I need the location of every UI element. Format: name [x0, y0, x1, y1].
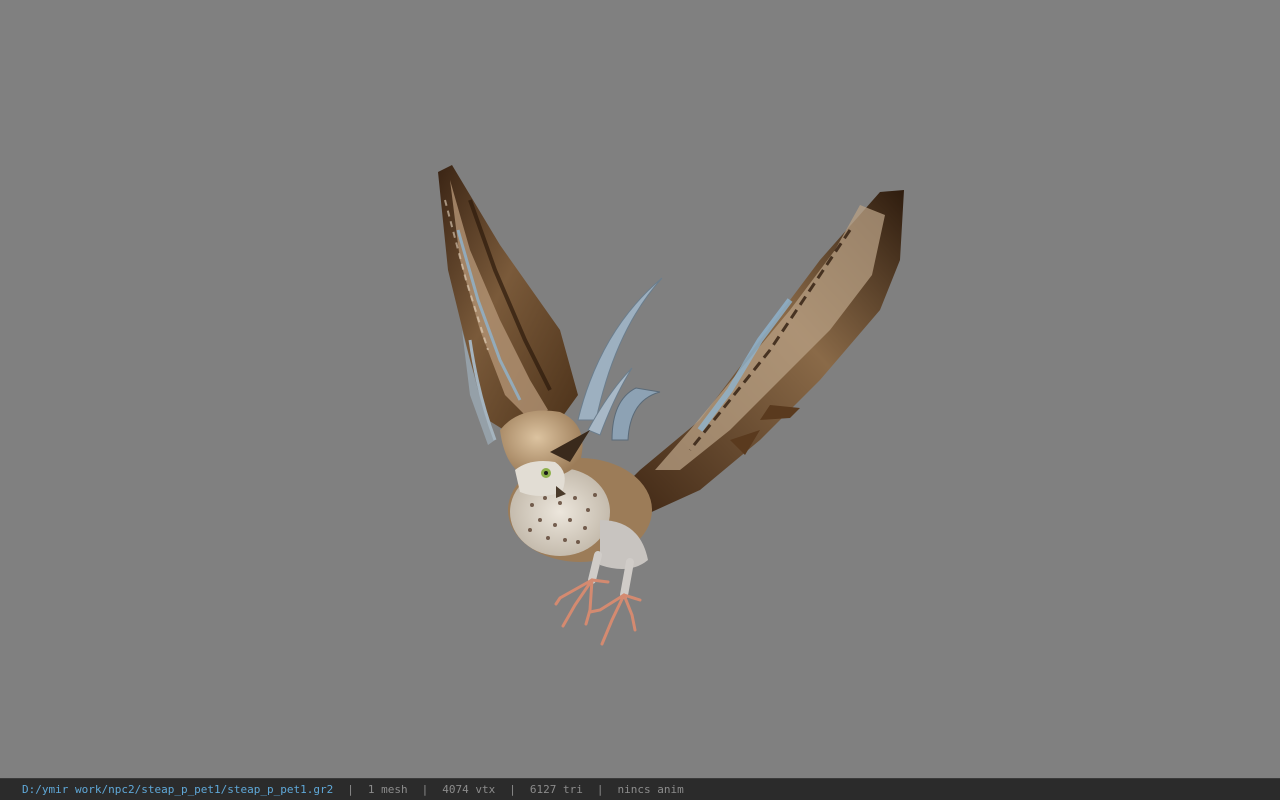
vertex-count: 4074 vtx: [442, 783, 496, 796]
triangle-count: 6127 tri: [529, 783, 583, 796]
file-path: D:/ymir work/npc2/steap_p_pet1/steap_p_p…: [22, 783, 334, 796]
separator: |: [347, 783, 354, 796]
owl-model-render: [438, 165, 904, 646]
right-wing: [610, 190, 904, 515]
left-wing: [438, 165, 578, 445]
separator: |: [421, 783, 429, 796]
mesh-count: 1 mesh: [367, 783, 408, 796]
separator: |: [596, 783, 604, 796]
status-bar: D:/ymir work/npc2/steap_p_pet1/steap_p_p…: [0, 778, 1280, 800]
separator: |: [509, 783, 516, 796]
animation-status: nincs anim: [617, 783, 684, 796]
owl-legs: [554, 551, 642, 646]
3d-viewport[interactable]: [0, 0, 1280, 778]
